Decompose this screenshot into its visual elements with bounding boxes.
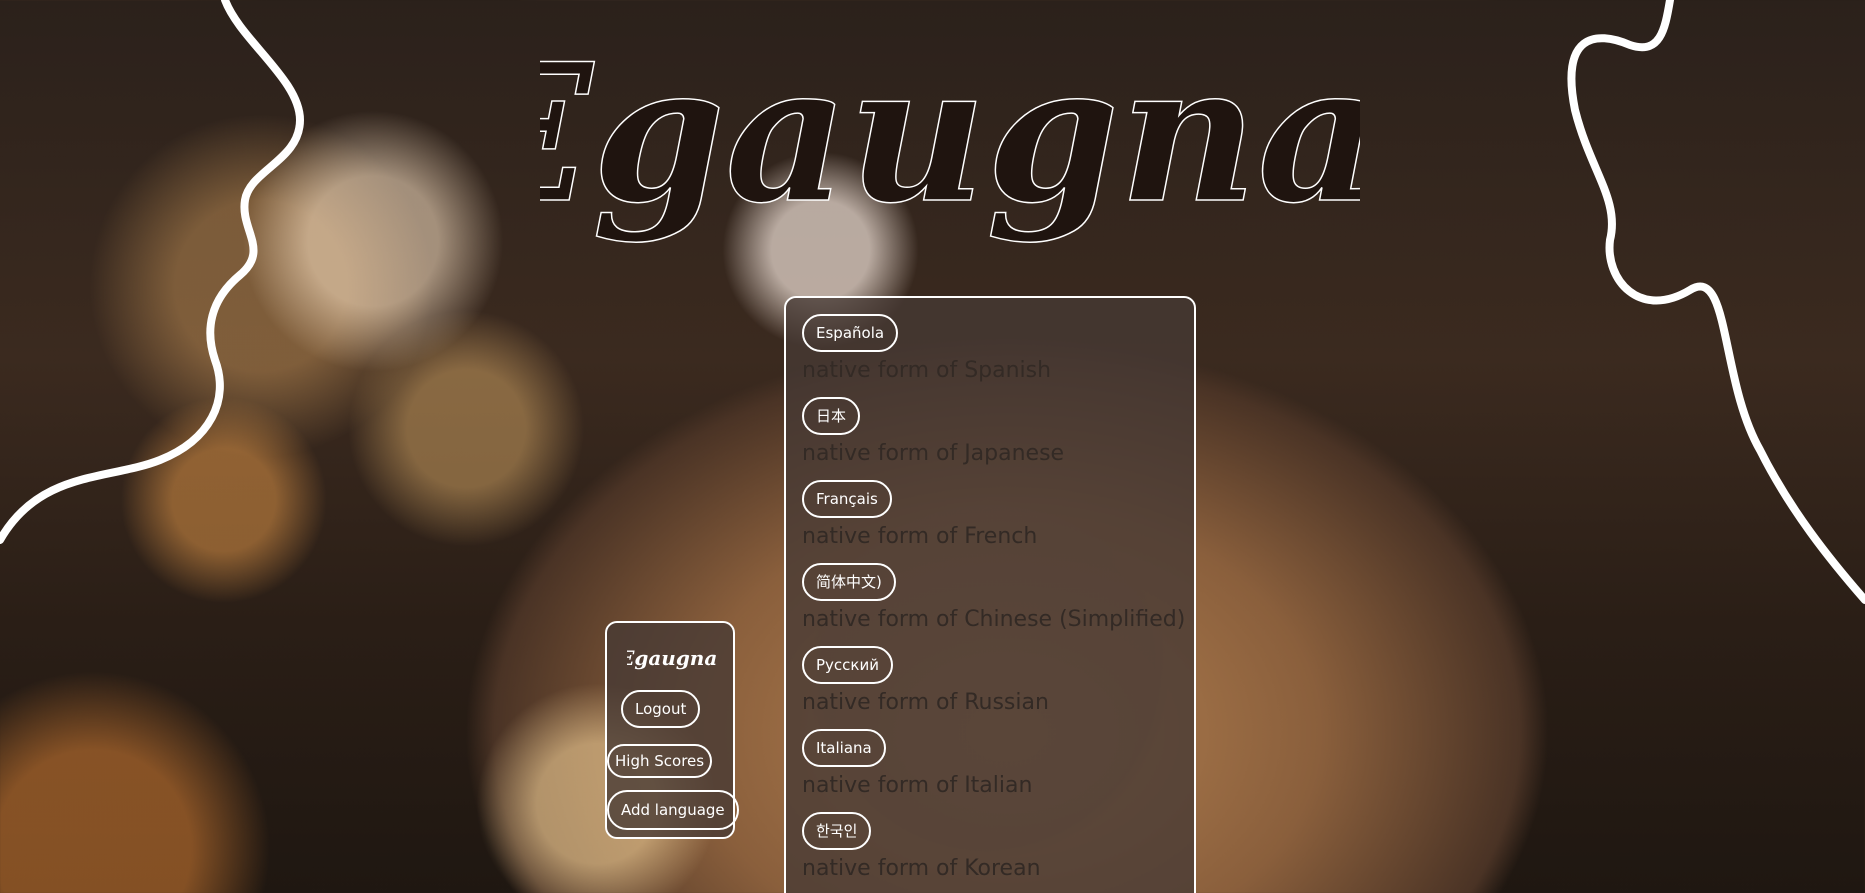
language-button-russian[interactable]: Русский xyxy=(802,646,893,684)
language-item-chinese: 简体中文) native form of Chinese (Simplified… xyxy=(802,563,1194,632)
language-description-japanese: native form of Japanese xyxy=(802,441,1065,466)
language-button-french[interactable]: Français xyxy=(802,480,892,518)
language-button-spanish[interactable]: Española xyxy=(802,314,899,352)
language-button-chinese[interactable]: 简体中文) xyxy=(802,563,896,601)
language-item-french: Français native form of French xyxy=(802,480,1194,549)
logout-button[interactable]: Logout xyxy=(621,690,701,728)
language-button-italian[interactable]: Italiana xyxy=(802,729,886,767)
language-item-korean: 한국인 native form of Korean xyxy=(802,812,1194,881)
language-description-chinese: native form of Chinese (Simplified) xyxy=(802,607,1186,632)
language-item-spanish: Española native form of Spanish xyxy=(802,314,1194,383)
language-button-korean[interactable]: 한국인 xyxy=(802,812,872,850)
side-menu-panel: Egaugnal Logout High Scores Add language xyxy=(605,621,739,839)
language-description-korean: native form of Korean xyxy=(802,856,1041,881)
language-description-italian: native form of Italian xyxy=(802,773,1033,798)
language-list-panel: Española native form of Spanish 日本 nativ… xyxy=(784,296,1196,893)
language-item-italian: Italiana native form of Italian xyxy=(802,729,1194,798)
app-logo-text: Egaugnal xyxy=(540,22,1360,245)
high-scores-button[interactable]: High Scores xyxy=(607,744,713,778)
language-item-japanese: 日本 native form of Japanese xyxy=(802,397,1194,466)
side-menu-logo-text: Egaugnal xyxy=(627,646,717,670)
language-description-french: native form of French xyxy=(802,524,1038,549)
side-menu-logo: Egaugnal xyxy=(627,646,717,670)
language-description-russian: native form of Russian xyxy=(802,690,1049,715)
language-button-japanese[interactable]: 日本 xyxy=(802,397,861,435)
language-item-russian: Русский native form of Russian xyxy=(802,646,1194,715)
language-description-spanish: native form of Spanish xyxy=(802,358,1052,383)
add-language-button[interactable]: Add language xyxy=(607,790,739,830)
app-logo: Egaugnal xyxy=(540,21,1360,246)
